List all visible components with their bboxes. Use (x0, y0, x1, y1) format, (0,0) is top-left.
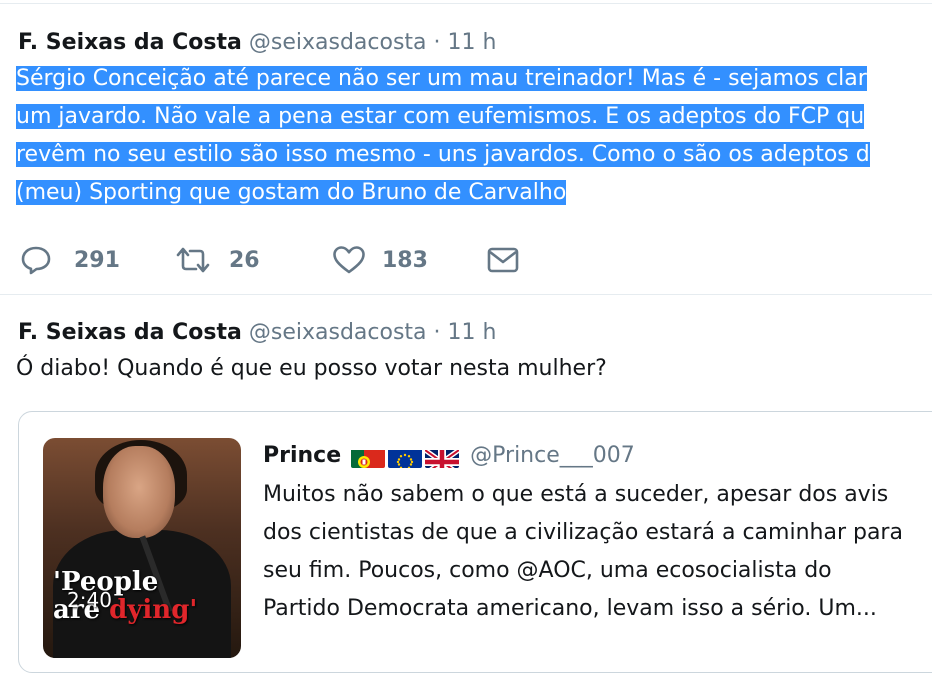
tweet-text-line: revêm no seu estilo são isso mesmo - uns… (16, 142, 870, 167)
tweet-header: F. Seixas da Costa @seixasdacosta · 11 h (18, 28, 932, 58)
handle[interactable]: @seixasdacosta (249, 30, 427, 55)
tweet-divider (0, 294, 932, 295)
separator: · (434, 30, 441, 55)
quoted-text-line: Partido Democrata americano, levam isso … (263, 590, 932, 628)
tweet-text[interactable]: Sérgio Conceição até parece não ser um m… (16, 60, 932, 212)
timestamp[interactable]: 11 h (448, 30, 497, 55)
reply-icon (20, 245, 52, 275)
retweet-button[interactable]: 26 (175, 245, 260, 275)
video-person-face (103, 446, 175, 538)
tweet-text[interactable]: Ó diabo! Quando é que eu posso votar nes… (16, 350, 932, 388)
quoted-tweet-card[interactable]: 'People are dying' 2:40 Prince @Prince__… (18, 411, 932, 673)
tweet-actions: 291 26 183 (20, 245, 540, 275)
quoted-handle[interactable]: @Prince___007 (470, 432, 635, 480)
tweet-text-line: um javardo. Não vale a pena estar com eu… (16, 104, 864, 129)
display-name[interactable]: F. Seixas da Costa (18, 320, 242, 345)
reply-button[interactable]: 291 (20, 245, 120, 275)
reply-count: 291 (74, 248, 120, 273)
direct-message-button[interactable] (486, 245, 520, 275)
retweet-count: 26 (229, 248, 260, 273)
tweet-text-line: Sérgio Conceição até parece não ser um m… (16, 66, 867, 91)
display-name[interactable]: F. Seixas da Costa (18, 30, 242, 55)
eu-flag-icon (388, 444, 422, 468)
retweet-icon (175, 245, 211, 275)
tweet-header: F. Seixas da Costa @seixasdacosta · 11 h (18, 318, 932, 348)
quoted-display-name[interactable]: Prince (263, 432, 341, 480)
video-duration: 2:40 (67, 588, 112, 612)
handle[interactable]: @seixasdacosta (249, 320, 427, 345)
quoted-text-line: Muitos não sabem o que está a suceder, a… (263, 476, 932, 514)
tweet[interactable]: F. Seixas da Costa @seixasdacosta · 11 h… (18, 318, 932, 388)
quoted-tweet-body: Prince @Prince___007 Muitos não sabem o … (263, 432, 932, 628)
tweet-text-line: Ó diabo! Quando é que eu posso votar nes… (16, 350, 932, 388)
timestamp[interactable]: 11 h (448, 320, 497, 345)
top-divider (0, 3, 932, 4)
quoted-text-line: dos cientistas de que a civilização esta… (263, 514, 932, 552)
heart-icon (332, 245, 366, 275)
like-button[interactable]: 183 (332, 245, 428, 275)
video-thumbnail[interactable]: 'People are dying' 2:40 (43, 438, 241, 658)
quoted-tweet-header: Prince @Prince___007 (263, 432, 932, 480)
tweet-text-line: (meu) Sporting que gostam do Bruno de Ca… (16, 180, 566, 205)
envelope-icon (486, 245, 520, 275)
tweet[interactable]: F. Seixas da Costa @seixasdacosta · 11 h… (18, 28, 932, 212)
uk-flag-icon (425, 444, 459, 468)
separator: · (434, 320, 441, 345)
quoted-tweet-text[interactable]: Muitos não sabem o que está a suceder, a… (263, 476, 932, 628)
quoted-text-line: seu fim. Poucos, como @AOC, uma ecosocia… (263, 552, 932, 590)
portugal-flag-icon (351, 444, 385, 468)
like-count: 183 (382, 248, 428, 273)
